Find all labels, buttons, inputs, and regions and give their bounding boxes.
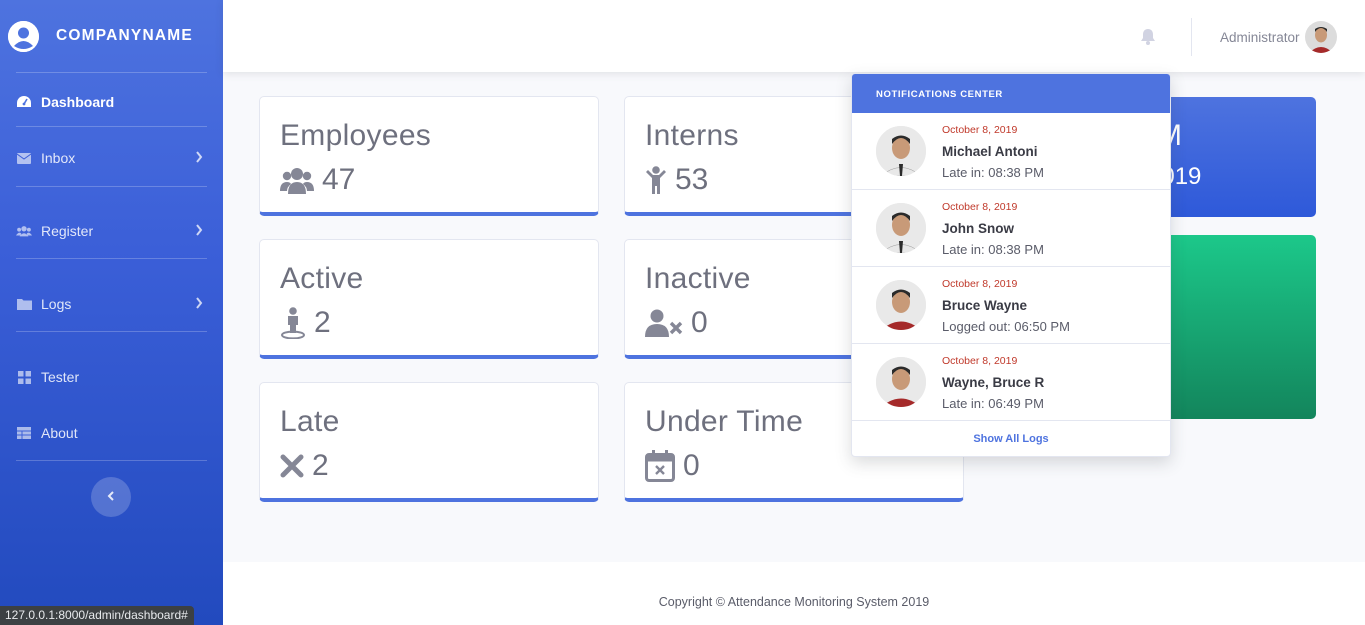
topbar	[223, 0, 1365, 72]
card-title: Under Time	[645, 405, 804, 438]
notification-date: October 8, 2019	[942, 201, 1018, 213]
hours-card: hrs	[1155, 235, 1316, 419]
avatar	[876, 203, 926, 253]
child-icon	[645, 166, 667, 194]
chevron-right-icon	[195, 150, 203, 166]
sidebar-item-logs[interactable]: Logs	[16, 292, 207, 316]
notification-item[interactable]: October 8, 2019 John Snow Late in: 08:38…	[852, 190, 1170, 267]
users-icon	[16, 223, 32, 239]
street-view-icon	[280, 307, 306, 339]
sidebar-item-label: Register	[41, 223, 94, 239]
card-value: 2	[312, 449, 329, 482]
notification-date: October 8, 2019	[942, 278, 1018, 290]
card-title: Interns	[645, 119, 739, 152]
notifications-dropdown: NOTIFICATIONS CENTER October 8, 2019 Mic…	[851, 73, 1171, 457]
avatar	[876, 126, 926, 176]
stat-card-late[interactable]: Late 2	[259, 382, 599, 502]
tachometer-icon	[16, 94, 32, 110]
users-icon	[280, 166, 314, 194]
folder-icon	[16, 296, 32, 312]
calendar-times-icon	[645, 450, 675, 482]
clock-card: PM 9 2019	[1155, 97, 1316, 217]
sidebar-item-tester[interactable]: Tester	[16, 365, 207, 389]
notification-detail: Logged out: 06:50 PM	[942, 319, 1070, 334]
notification-name: Wayne, Bruce R	[942, 375, 1045, 390]
sidebar-item-label: Logs	[41, 296, 72, 312]
notification-date: October 8, 2019	[942, 124, 1018, 136]
notification-detail: Late in: 08:38 PM	[942, 165, 1044, 180]
notification-detail: Late in: 06:49 PM	[942, 396, 1044, 411]
avatar	[876, 280, 926, 330]
sidebar-item-dashboard[interactable]: Dashboard	[16, 90, 207, 114]
user-name[interactable]: Administrator	[1220, 30, 1300, 45]
sidebar-item-register[interactable]: Register	[16, 219, 207, 243]
status-bar-url: 127.0.0.1:8000/admin/dashboard#	[0, 606, 194, 625]
footer: Copyright © Attendance Monitoring System…	[223, 562, 1365, 625]
card-title: Employees	[280, 119, 432, 152]
sidebar-item-label: Tester	[41, 369, 80, 385]
card-title: Inactive	[645, 262, 751, 295]
card-value: 0	[691, 306, 708, 339]
table-icon	[16, 425, 32, 441]
show-all-logs-link[interactable]: Show All Logs	[852, 421, 1170, 445]
envelope-icon	[16, 150, 32, 166]
card-value: 2	[314, 306, 331, 339]
notification-detail: Late in: 08:38 PM	[942, 242, 1044, 257]
card-title: Active	[280, 262, 364, 295]
notification-item[interactable]: October 8, 2019 Bruce Wayne Logged out: …	[852, 267, 1170, 344]
topbar-divider	[1191, 18, 1192, 56]
chevron-left-icon	[107, 488, 115, 506]
sidebar-divider	[16, 126, 207, 127]
card-value: 0	[683, 449, 700, 482]
sidebar-divider	[16, 331, 207, 332]
notification-name: John Snow	[942, 221, 1014, 236]
sidebar-toggle-button[interactable]	[91, 477, 131, 517]
bell-icon[interactable]	[1140, 28, 1156, 50]
avatar	[876, 357, 926, 407]
card-value: 47	[322, 163, 356, 196]
stat-card-employees[interactable]: Employees 47	[259, 96, 599, 216]
user-circle-icon	[8, 20, 39, 52]
times-icon	[280, 454, 304, 478]
notification-item[interactable]: October 8, 2019 Wayne, Bruce R Late in: …	[852, 344, 1170, 421]
sidebar: COMPANYNAME Dashboard Inbox Register Log…	[0, 0, 223, 625]
brand-name: COMPANYNAME	[56, 27, 193, 44]
sidebar-divider	[16, 460, 207, 461]
card-value: 53	[675, 163, 709, 196]
sidebar-divider	[16, 186, 207, 187]
user-times-icon	[645, 309, 683, 337]
sidebar-item-label: Inbox	[41, 150, 76, 166]
notification-name: Michael Antoni	[942, 144, 1038, 159]
copyright-text: Copyright © Attendance Monitoring System…	[658, 595, 930, 609]
sidebar-item-about[interactable]: About	[16, 421, 207, 445]
sidebar-item-label: About	[41, 425, 78, 441]
sidebar-item-label: Dashboard	[41, 94, 115, 110]
notifications-header: NOTIFICATIONS CENTER	[852, 74, 1170, 113]
notification-date: October 8, 2019	[942, 355, 1018, 367]
chevron-right-icon	[195, 223, 203, 239]
sidebar-divider	[16, 258, 207, 259]
brand[interactable]: COMPANYNAME	[0, 0, 223, 72]
avatar[interactable]	[1305, 21, 1337, 53]
sidebar-divider	[16, 72, 207, 73]
card-title: Late	[280, 405, 340, 438]
chevron-right-icon	[195, 296, 203, 312]
sidebar-item-inbox[interactable]: Inbox	[16, 146, 207, 170]
stat-card-active[interactable]: Active 2	[259, 239, 599, 359]
notification-name: Bruce Wayne	[942, 298, 1028, 313]
notification-item[interactable]: October 8, 2019 Michael Antoni Late in: …	[852, 113, 1170, 190]
th-large-icon	[16, 369, 32, 385]
